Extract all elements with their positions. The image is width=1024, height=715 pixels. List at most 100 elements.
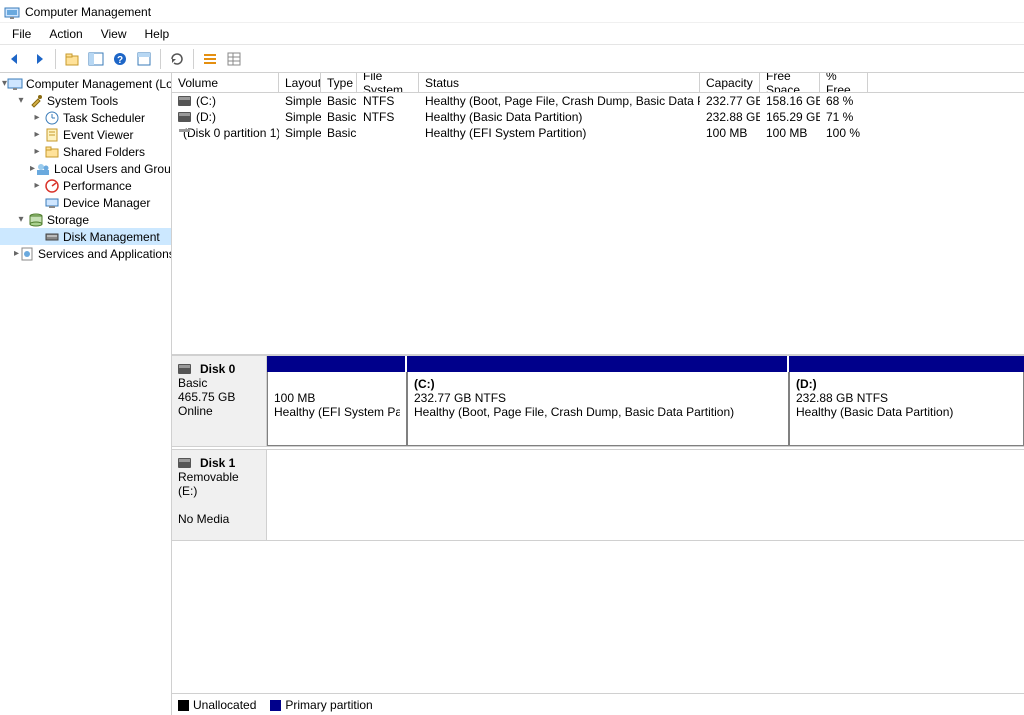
tree-performance[interactable]: ▸ Performance [0, 177, 171, 194]
col-type[interactable]: Type [321, 73, 357, 92]
menu-help[interactable]: Help [137, 25, 178, 43]
chevron-right-icon[interactable]: ▸ [30, 146, 44, 157]
legend-primary: Primary partition [270, 698, 372, 712]
disk-graphical-view[interactable]: Disk 0Basic465.75 GBOnline 100 MBHealthy… [172, 355, 1024, 693]
forward-button[interactable] [28, 48, 50, 70]
users-icon [35, 161, 51, 177]
tree-shared-folders[interactable]: ▸ Shared Folders [0, 143, 171, 160]
col-freespace[interactable]: Free Space [760, 73, 820, 92]
col-volume[interactable]: Volume [172, 73, 279, 92]
toolbar: ? [0, 45, 1024, 73]
partition-size: 232.77 GB NTFS [414, 391, 782, 405]
tree-label: Services and Applications [38, 247, 172, 261]
volume-name: (C:) [196, 94, 216, 108]
tree-label: Event Viewer [63, 128, 133, 142]
chevron-right-icon[interactable]: ▸ [30, 112, 44, 123]
volume-icon [178, 96, 191, 106]
disk-title: Disk 0 [200, 362, 235, 376]
disk-size: 465.75 GB [178, 390, 260, 404]
tree-services[interactable]: ▸ Services and Applications [0, 245, 171, 262]
disk-block[interactable]: Disk 0Basic465.75 GBOnline 100 MBHealthy… [172, 355, 1024, 447]
properties-button[interactable] [133, 48, 155, 70]
volume-capacity: 100 MB [700, 126, 760, 140]
volume-status: Healthy (Boot, Page File, Crash Dump, Ba… [419, 94, 700, 108]
col-stretch [868, 73, 1024, 92]
disk-block[interactable]: Disk 1Removable (E:)No Media [172, 449, 1024, 541]
device-icon [44, 195, 60, 211]
volume-type: Basic [321, 94, 357, 108]
volume-pct: 100 % [820, 126, 868, 140]
disk-info[interactable]: Disk 0Basic465.75 GBOnline [172, 356, 267, 446]
disk-mgmt-icon [44, 229, 60, 245]
volume-layout: Simple [279, 94, 321, 108]
menu-action[interactable]: Action [41, 25, 90, 43]
volume-row[interactable]: (D:)SimpleBasicNTFSHealthy (Basic Data P… [172, 109, 1024, 125]
chevron-blank [30, 231, 44, 242]
volume-capacity: 232.88 GB [700, 110, 760, 124]
tree-label: Storage [47, 213, 89, 227]
tree-label: Disk Management [63, 230, 160, 244]
volume-name: (Disk 0 partition 1) [183, 126, 279, 140]
computer-icon [7, 76, 23, 92]
tree-event-viewer[interactable]: ▸ Event Viewer [0, 126, 171, 143]
volume-pct: 68 % [820, 94, 868, 108]
toolbar-sep [55, 49, 56, 69]
legend: Unallocated Primary partition [172, 693, 1024, 715]
col-capacity[interactable]: Capacity [700, 73, 760, 92]
col-layout[interactable]: Layout [279, 73, 321, 92]
volume-row[interactable]: (C:)SimpleBasicNTFSHealthy (Boot, Page F… [172, 93, 1024, 109]
show-hide-tree-button[interactable] [85, 48, 107, 70]
details-view-button[interactable] [223, 48, 245, 70]
tree-label: Device Manager [63, 196, 150, 210]
tree-storage[interactable]: ▾ Storage [0, 211, 171, 228]
tree-system-tools[interactable]: ▾ System Tools [0, 92, 171, 109]
partition-label: (D:) [796, 377, 1017, 391]
volume-row[interactable]: (Disk 0 partition 1)SimpleBasicHealthy (… [172, 125, 1024, 141]
disk-title: Disk 1 [200, 456, 235, 470]
volume-icon [178, 112, 191, 122]
volume-name: (D:) [196, 110, 216, 124]
chevron-down-icon[interactable]: ▾ [14, 95, 28, 106]
tree-task-scheduler[interactable]: ▸ Task Scheduler [0, 109, 171, 126]
col-pctfree[interactable]: % Free [820, 73, 868, 92]
partition[interactable]: (C:)232.77 GB NTFSHealthy (Boot, Page Fi… [407, 372, 789, 446]
tree-disk-management[interactable]: Disk Management [0, 228, 171, 245]
volume-free: 165.29 GB [760, 110, 820, 124]
help-button[interactable]: ? [109, 48, 131, 70]
back-button[interactable] [4, 48, 26, 70]
tree-label: Local Users and Groups [54, 162, 172, 176]
menu-view[interactable]: View [93, 25, 135, 43]
volume-header: Volume Layout Type File System Status Ca… [172, 73, 1024, 93]
volume-free: 158.16 GB [760, 94, 820, 108]
volume-type: Basic [321, 110, 357, 124]
chevron-down-icon[interactable]: ▾ [14, 214, 28, 225]
svg-text:?: ? [117, 55, 123, 66]
disk-info[interactable]: Disk 1Removable (E:)No Media [172, 450, 267, 540]
volume-list[interactable]: (C:)SimpleBasicNTFSHealthy (Boot, Page F… [172, 93, 1024, 355]
up-button[interactable] [61, 48, 83, 70]
tree-label: Performance [63, 179, 132, 193]
perf-icon [44, 178, 60, 194]
tree-root[interactable]: ▾ Computer Management (Local) [0, 75, 171, 92]
chevron-right-icon[interactable]: ▸ [30, 129, 44, 140]
event-icon [44, 127, 60, 143]
chevron-right-icon[interactable]: ▸ [30, 180, 44, 191]
navigation-tree[interactable]: ▾ Computer Management (Local) ▾ System T… [0, 73, 172, 715]
tree-device-manager[interactable]: Device Manager [0, 194, 171, 211]
tree-label: Computer Management (Local) [26, 77, 172, 91]
col-filesystem[interactable]: File System [357, 73, 419, 92]
volume-pct: 71 % [820, 110, 868, 124]
tools-icon [28, 93, 44, 109]
clock-icon [44, 110, 60, 126]
volume-type: Basic [321, 126, 357, 140]
list-view-button[interactable] [199, 48, 221, 70]
app-icon [4, 4, 20, 20]
partition[interactable]: 100 MBHealthy (EFI System Partitio [267, 372, 407, 446]
volume-layout: Simple [279, 126, 321, 140]
col-status[interactable]: Status [419, 73, 700, 92]
partition[interactable]: (D:)232.88 GB NTFSHealthy (Basic Data Pa… [789, 372, 1024, 446]
titlebar: Computer Management [0, 1, 1024, 23]
refresh-button[interactable] [166, 48, 188, 70]
menu-file[interactable]: File [4, 25, 39, 43]
tree-local-users[interactable]: ▸ Local Users and Groups [0, 160, 171, 177]
